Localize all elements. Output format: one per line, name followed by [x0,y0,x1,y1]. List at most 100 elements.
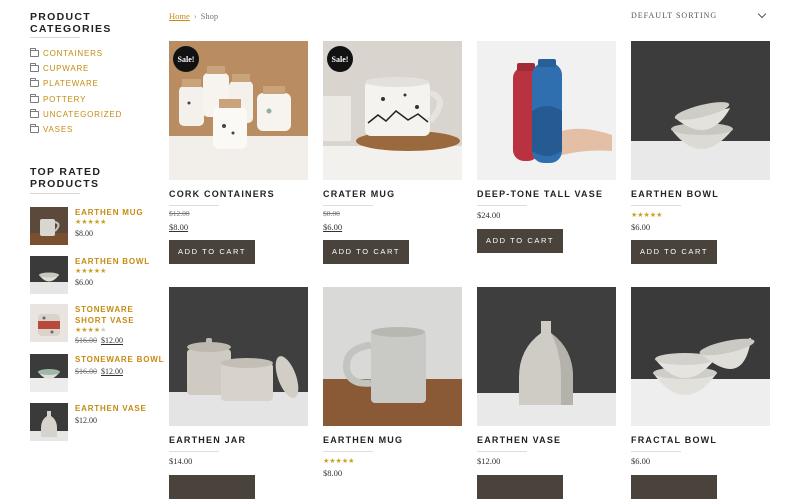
product-name[interactable]: EARTHEN BOWL [631,189,719,199]
rated-item: STONEWARE SHORT VASE ★★★★★ $16.00 $12.00 [30,304,160,345]
top-rated-title: TOP RATED PRODUCTS [30,166,102,190]
product-divider [169,205,219,206]
product-name[interactable]: EARTHEN JAR [169,435,246,445]
category-label: VASES [43,125,74,135]
breadcrumb-separator: › [193,11,197,21]
breadcrumb: Home › Shop [169,11,218,21]
product-divider [631,451,681,452]
add-to-cart-button[interactable] [631,475,717,499]
add-to-cart-button[interactable]: ADD TO CART [323,240,409,264]
product-price: $6.00 [631,222,651,232]
product-image[interactable]: Sale! [323,41,462,180]
folder-icon [30,93,39,103]
rated-item: EARTHEN VASE $12.00 [30,403,160,443]
categories-divider [30,37,80,38]
add-to-cart-button[interactable] [477,475,563,499]
product-divider [323,451,373,452]
product-image[interactable] [477,41,616,180]
category-label: CONTAINERS [43,49,103,59]
product-name[interactable]: EARTHEN VASE [477,435,561,445]
rated-product-name[interactable]: STONEWARE SHORT VASE [75,304,165,326]
product-image[interactable] [169,287,308,426]
product-thumbnail[interactable] [30,256,68,294]
old-price: $12.00 [169,209,190,218]
product-image[interactable] [323,287,462,426]
category-cupware[interactable]: CUPWARE [30,61,122,76]
product-image[interactable] [631,41,770,180]
product-thumbnail[interactable] [30,403,68,441]
product-thumbnail[interactable] [30,354,68,392]
folder-icon [30,124,39,134]
product-image[interactable] [631,287,770,426]
product-divider [323,205,373,206]
folder-icon [30,78,39,88]
product-price: $12.00 [477,456,501,466]
rated-item: EARTHEN BOWL ★★★★★ $6.00 [30,256,160,296]
add-to-cart-button[interactable]: ADD TO CART [477,229,563,253]
chevron-down-icon [757,9,767,19]
category-uncategorized[interactable]: UNCATEGORIZED [30,107,122,122]
add-to-cart-button[interactable]: ADD TO CART [169,240,255,264]
product-divider [477,451,527,452]
breadcrumb-home-link[interactable]: Home [169,11,190,21]
rated-product-name[interactable]: STONEWARE BOWL [75,354,165,365]
product-price: $24.00 [477,210,501,220]
sorting-select[interactable]: DEFAULT SORTING [631,9,769,23]
rated-price: $12.00 [75,416,97,425]
add-to-cart-button[interactable]: ADD TO CART [631,240,717,264]
product-divider [169,451,219,452]
category-label: CUPWARE [43,64,90,74]
rated-product-name[interactable]: EARTHEN VASE [75,403,165,414]
product-divider [631,205,681,206]
product-price: $8.00 [169,222,189,232]
rating-stars: ★★★★★ [323,457,355,465]
top-rated-divider [30,193,80,194]
category-vases[interactable]: VASES [30,122,122,137]
product-price: $6.00 [323,222,343,232]
product-name[interactable]: EARTHEN MUG [323,435,403,445]
category-containers[interactable]: CONTAINERS [30,46,122,61]
rated-product-name[interactable]: EARTHEN BOWL [75,256,165,267]
old-price: $8.00 [323,209,340,218]
category-label: UNCATEGORIZED [43,109,123,119]
category-plateware[interactable]: PLATEWARE [30,76,122,91]
rating-stars: ★★★★★ [75,267,107,275]
product-price: $14.00 [169,456,193,466]
rating-stars: ★★★★★ [75,218,107,226]
product-image[interactable] [477,287,616,426]
rated-product-name[interactable]: EARTHEN MUG [75,207,165,218]
folder-icon [30,63,39,73]
rated-price: $16.00 $12.00 [75,336,123,345]
product-price: $6.00 [631,456,651,466]
product-price: $8.00 [323,468,343,478]
rating-stars: ★★★★★ [631,211,663,219]
category-label: PLATEWARE [43,79,99,89]
product-name[interactable]: CRATER MUG [323,189,395,199]
product-name[interactable]: FRACTAL BOWL [631,435,717,445]
add-to-cart-button[interactable] [169,475,255,499]
folder-icon [30,108,39,118]
old-price: $16.00 [75,336,97,345]
sale-badge: Sale! [173,46,199,72]
category-list: CONTAINERS CUPWARE PLATEWARE POTTERY UNC… [30,46,122,137]
category-pottery[interactable]: POTTERY [30,92,122,107]
rating-stars: ★★★★★ [75,326,107,334]
rated-price: $8.00 [75,229,93,238]
sorting-selected-value: DEFAULT SORTING [631,11,718,20]
sale-price: $12.00 [101,336,123,345]
category-label: POTTERY [43,94,87,104]
rated-item: STONEWARE BOWL $16.00 $12.00 [30,354,163,394]
product-name[interactable]: DEEP-TONE TALL VASE [477,189,603,199]
folder-icon [30,48,39,58]
old-price: $16.00 [75,367,97,376]
product-thumbnail[interactable] [30,207,68,245]
breadcrumb-current: Shop [200,11,219,21]
rated-item: EARTHEN MUG ★★★★★ $8.00 [30,207,160,247]
product-name[interactable]: CORK CONTAINERS [169,189,275,199]
rated-price: $16.00 $12.00 [75,367,123,376]
product-image[interactable]: Sale! [169,41,308,180]
product-divider [477,205,527,206]
product-thumbnail[interactable] [30,304,68,342]
sale-badge: Sale! [327,46,353,72]
rated-price: $6.00 [75,278,93,287]
